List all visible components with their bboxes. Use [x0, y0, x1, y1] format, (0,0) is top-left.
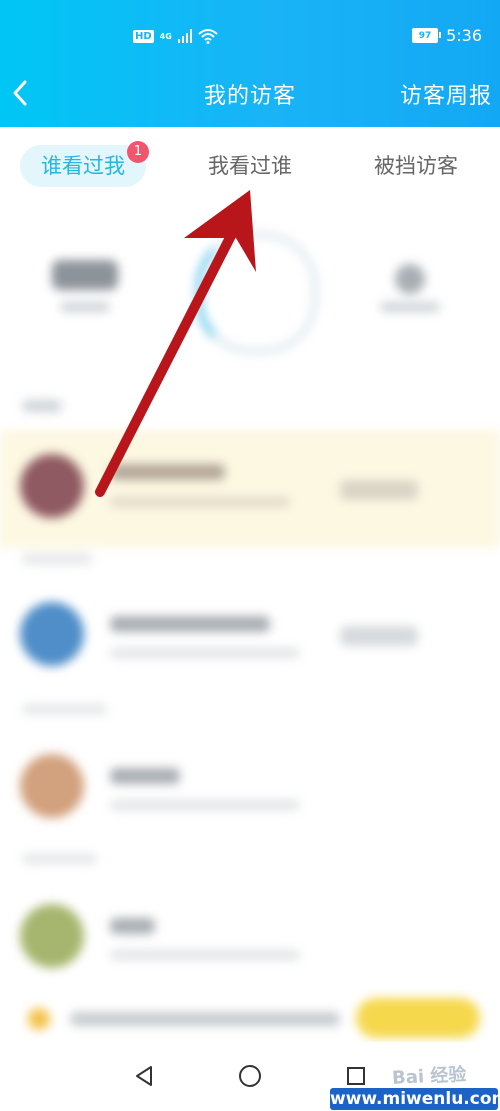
- app-header: HD 4G 97 5:36 我的访客 访客周报: [0, 0, 500, 127]
- battery-level: 97: [418, 30, 432, 41]
- visitor-list-blurred: [0, 202, 500, 1042]
- stat-ring: [196, 232, 318, 354]
- list-item-name: [110, 918, 155, 934]
- avatar: [20, 904, 84, 968]
- tab-who-i-viewed[interactable]: 我看过谁: [188, 145, 312, 187]
- wifi-icon: [198, 28, 218, 44]
- status-left-icons: HD 4G: [133, 28, 218, 44]
- signal-icon: [177, 29, 192, 43]
- list-item-action: [340, 480, 418, 500]
- circle-home-icon: [239, 1065, 261, 1087]
- stat-today-caption: [380, 302, 440, 312]
- status-bar: HD 4G 97 5:36: [0, 0, 500, 70]
- vip-banner-icon: [28, 1008, 50, 1030]
- tab-blocked-visitors[interactable]: 被挡访客: [352, 145, 480, 187]
- network-label: 4G: [159, 31, 172, 41]
- list-item-desc: [110, 648, 300, 658]
- list-item-name: [110, 768, 180, 784]
- unread-badge: 1: [127, 141, 149, 163]
- list-item-name: [110, 464, 225, 480]
- status-right: 97 5:36: [412, 26, 482, 45]
- visitor-weekly-link[interactable]: 访客周报: [400, 78, 492, 110]
- list-item-action: [340, 626, 418, 646]
- site-watermark: www.miwenlu.com: [330, 1088, 500, 1110]
- avatar: [20, 454, 84, 518]
- avatar: [20, 754, 84, 818]
- battery-icon: 97: [412, 28, 442, 43]
- list-item-desc: [110, 497, 290, 507]
- list-item-name: [110, 616, 270, 632]
- list-item-desc: [110, 800, 300, 810]
- baidu-watermark: Bai 经验: [391, 1064, 467, 1089]
- stat-total-caption: [60, 302, 110, 312]
- stat-today: [395, 264, 425, 294]
- nav-back-button[interactable]: [126, 1060, 162, 1092]
- blurred-content: [0, 202, 500, 1042]
- hd-icon: HD: [133, 29, 154, 43]
- section-label: [22, 854, 97, 864]
- triangle-back-icon: [136, 1066, 152, 1086]
- square-recent-icon: [347, 1067, 365, 1085]
- section-label: [22, 400, 62, 412]
- vip-banner-text: [70, 1012, 340, 1026]
- section-label: [22, 704, 107, 714]
- avatar: [20, 602, 84, 666]
- section-label: [22, 554, 92, 564]
- vip-banner-button: [356, 998, 480, 1038]
- clock: 5:36: [446, 26, 482, 45]
- nav-home-button[interactable]: [232, 1060, 268, 1092]
- list-item-desc: [110, 950, 300, 960]
- nav-bar: 我的访客 访客周报: [0, 70, 500, 120]
- stat-total: [52, 260, 118, 290]
- visitor-tabs: 谁看过我 1 我看过谁 被挡访客: [0, 127, 500, 202]
